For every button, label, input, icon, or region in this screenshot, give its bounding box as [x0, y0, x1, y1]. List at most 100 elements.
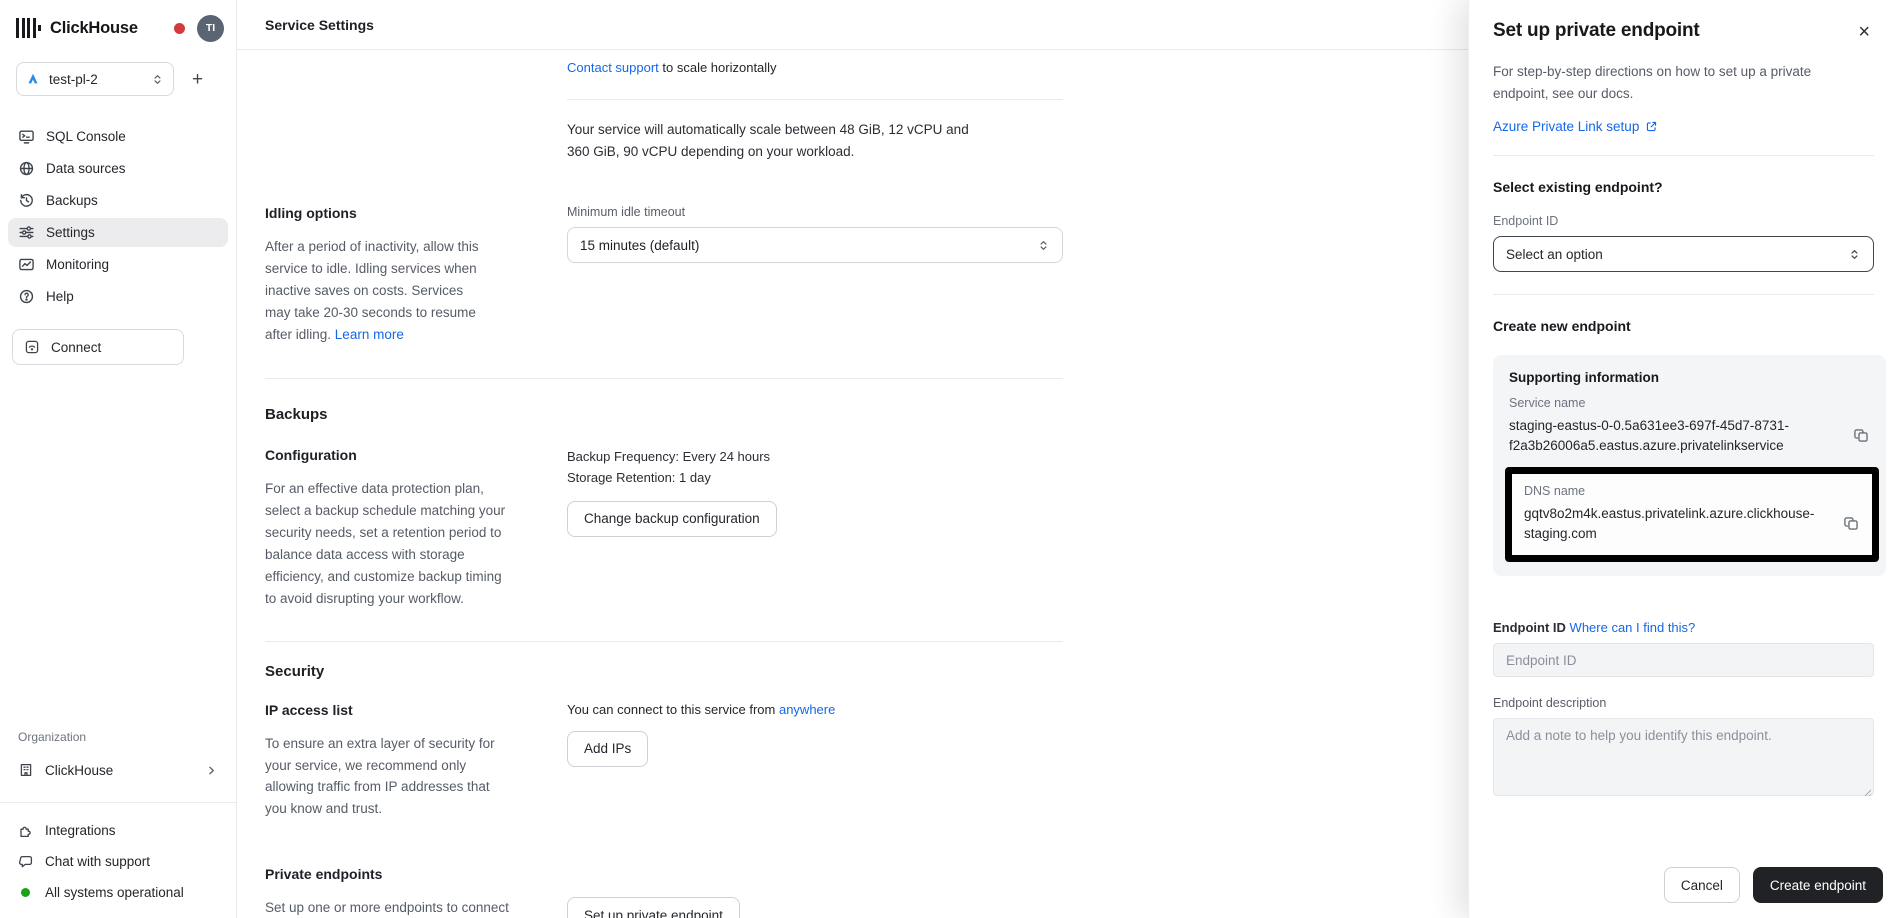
copy-icon[interactable]: [1853, 427, 1870, 444]
chat-support-item[interactable]: Chat with support: [8, 848, 228, 875]
sidebar-item-label: Data sources: [46, 161, 126, 176]
private-endpoints-description: Set up one or more endpoints to connect …: [265, 897, 510, 918]
setup-private-endpoint-button[interactable]: Set up private endpoint: [567, 897, 740, 918]
backup-config-title: Configuration: [265, 447, 545, 463]
sidebar-bottom: Organization ClickHouse Integrations: [0, 730, 236, 918]
docs-link-label: Azure Private Link setup: [1493, 119, 1639, 134]
ip-access-description: To ensure an extra layer of security for…: [265, 733, 505, 820]
existing-endpoint-id-label: Endpoint ID: [1493, 214, 1874, 228]
system-status-label: All systems operational: [45, 885, 184, 900]
sidebar-item-sql-console[interactable]: SQL Console: [8, 122, 228, 151]
connect-wrap: Connect: [12, 329, 224, 365]
divider: [1493, 155, 1874, 156]
copy-icon[interactable]: [1843, 515, 1860, 532]
connect-button-label: Connect: [51, 340, 101, 355]
existing-endpoint-select-value: Select an option: [1506, 247, 1848, 262]
divider: [567, 99, 1063, 100]
azure-private-link-setup-link[interactable]: Azure Private Link setup: [1493, 119, 1658, 134]
panel-intro: For step-by-step directions on how to se…: [1493, 61, 1823, 104]
external-link-icon: [1645, 120, 1658, 133]
sidebar-item-label: SQL Console: [46, 129, 126, 144]
sidebar-item-label: Monitoring: [46, 257, 109, 272]
panel-content: Set up private endpoint × For step-by-st…: [1469, 0, 1898, 853]
service-name-value: staging-eastus-0-0.5a631ee3-697f-45d7-87…: [1509, 416, 1843, 455]
existing-endpoint-select[interactable]: Select an option: [1493, 236, 1874, 272]
contact-support-link[interactable]: Contact support: [567, 60, 659, 75]
integrations-label: Integrations: [45, 823, 116, 838]
chevron-updown-icon: [1037, 239, 1050, 252]
backup-frequency: Backup Frequency: Every 24 hours: [567, 447, 1063, 467]
sidebar-item-backups[interactable]: Backups: [8, 186, 228, 215]
setup-endpoint-panel: Set up private endpoint × For step-by-st…: [1468, 0, 1898, 918]
settings-sliders-icon: [18, 224, 35, 241]
close-icon[interactable]: ×: [1854, 20, 1874, 44]
dns-name-label: DNS name: [1524, 484, 1860, 498]
endpoint-id-input[interactable]: [1493, 643, 1874, 677]
divider: [1493, 294, 1874, 295]
sidebar-item-label: Backups: [46, 193, 98, 208]
connect-button[interactable]: Connect: [12, 329, 184, 365]
integrations-puzzle-icon: [18, 823, 34, 839]
chevron-updown-icon: [1848, 248, 1861, 261]
idle-timeout-value: 15 minutes (default): [580, 238, 1037, 253]
create-new-endpoint-title: Create new endpoint: [1493, 318, 1874, 334]
backups-history-icon: [18, 192, 35, 209]
where-find-link[interactable]: Where can I find this?: [1570, 620, 1696, 635]
monitoring-chart-icon: [18, 256, 35, 273]
new-endpoint-id-label: Endpoint ID: [1493, 620, 1570, 635]
brand-name: ClickHouse: [50, 19, 138, 38]
brand-row: ClickHouse TI: [16, 8, 224, 48]
integrations-item[interactable]: Integrations: [8, 817, 228, 844]
supporting-information-title: Supporting information: [1509, 370, 1870, 385]
sidebar-item-data-sources[interactable]: Data sources: [8, 154, 228, 183]
chevron-right-icon: [205, 764, 218, 777]
main-body: Contact support to scale horizontally Yo…: [237, 50, 1468, 918]
sidebar-item-monitoring[interactable]: Monitoring: [8, 250, 228, 279]
service-selector[interactable]: test-pl-2: [16, 62, 174, 96]
change-backup-button[interactable]: Change backup configuration: [567, 501, 777, 537]
endpoint-description-textarea[interactable]: [1493, 718, 1874, 796]
divider: [265, 378, 1063, 379]
divider: [265, 641, 1063, 642]
sidebar-item-label: Settings: [46, 225, 95, 240]
create-endpoint-button[interactable]: Create endpoint: [1753, 867, 1883, 903]
anywhere-link[interactable]: anywhere: [779, 702, 835, 717]
organization-name: ClickHouse: [45, 763, 113, 778]
dns-name-highlight-annotation: DNS name gqtv8o2m4k.eastus.privatelink.a…: [1505, 467, 1879, 562]
console-icon: [18, 128, 35, 145]
main-area: Service Settings Contact support to scal…: [237, 0, 1468, 918]
storage-retention: Storage Retention: 1 day: [567, 468, 1063, 488]
connect-from-text: You can connect to this service from: [567, 702, 779, 717]
sidebar-item-settings[interactable]: Settings: [8, 218, 228, 247]
sidebar-item-label: Help: [46, 289, 74, 304]
dns-name-value: gqtv8o2m4k.eastus.privatelink.azure.clic…: [1524, 504, 1833, 543]
security-section: IP access list To ensure an extra layer …: [265, 702, 1468, 820]
sidebar-divider: [0, 802, 236, 803]
add-service-button[interactable]: +: [186, 68, 209, 91]
add-ips-button[interactable]: Add IPs: [567, 731, 648, 767]
backup-config-description: For an effective data protection plan, s…: [265, 478, 510, 609]
scaling-section: Contact support to scale horizontally Yo…: [265, 50, 1468, 162]
chevron-updown-icon: [151, 73, 164, 86]
auto-scale-text: Your service will automatically scale be…: [567, 119, 987, 162]
chat-support-label: Chat with support: [45, 854, 150, 869]
private-endpoints-title: Private endpoints: [265, 866, 1468, 882]
sidebar: ClickHouse TI test-pl-2 + SQL Conso: [0, 0, 237, 918]
idle-timeout-select[interactable]: 15 minutes (default): [567, 227, 1063, 263]
idling-section: Idling options After a period of inactiv…: [265, 205, 1468, 345]
organization-item[interactable]: ClickHouse: [8, 754, 228, 786]
cancel-button[interactable]: Cancel: [1664, 867, 1740, 903]
system-status-item[interactable]: All systems operational: [8, 879, 228, 906]
clickhouse-logo-icon: [16, 17, 41, 39]
chat-bubble-icon: [18, 854, 34, 870]
idling-title: Idling options: [265, 205, 545, 221]
backups-title: Backups: [265, 406, 1468, 423]
service-selector-row: test-pl-2 +: [16, 62, 224, 96]
sidebar-item-help[interactable]: Help: [8, 282, 228, 311]
connect-icon: [24, 339, 40, 355]
sidebar-nav: SQL Console Data sources Backups Setting…: [8, 122, 228, 311]
endpoint-description-label: Endpoint description: [1493, 696, 1874, 710]
security-title: Security: [265, 663, 1468, 680]
user-avatar[interactable]: TI: [197, 15, 224, 42]
learn-more-link[interactable]: Learn more: [335, 327, 404, 342]
